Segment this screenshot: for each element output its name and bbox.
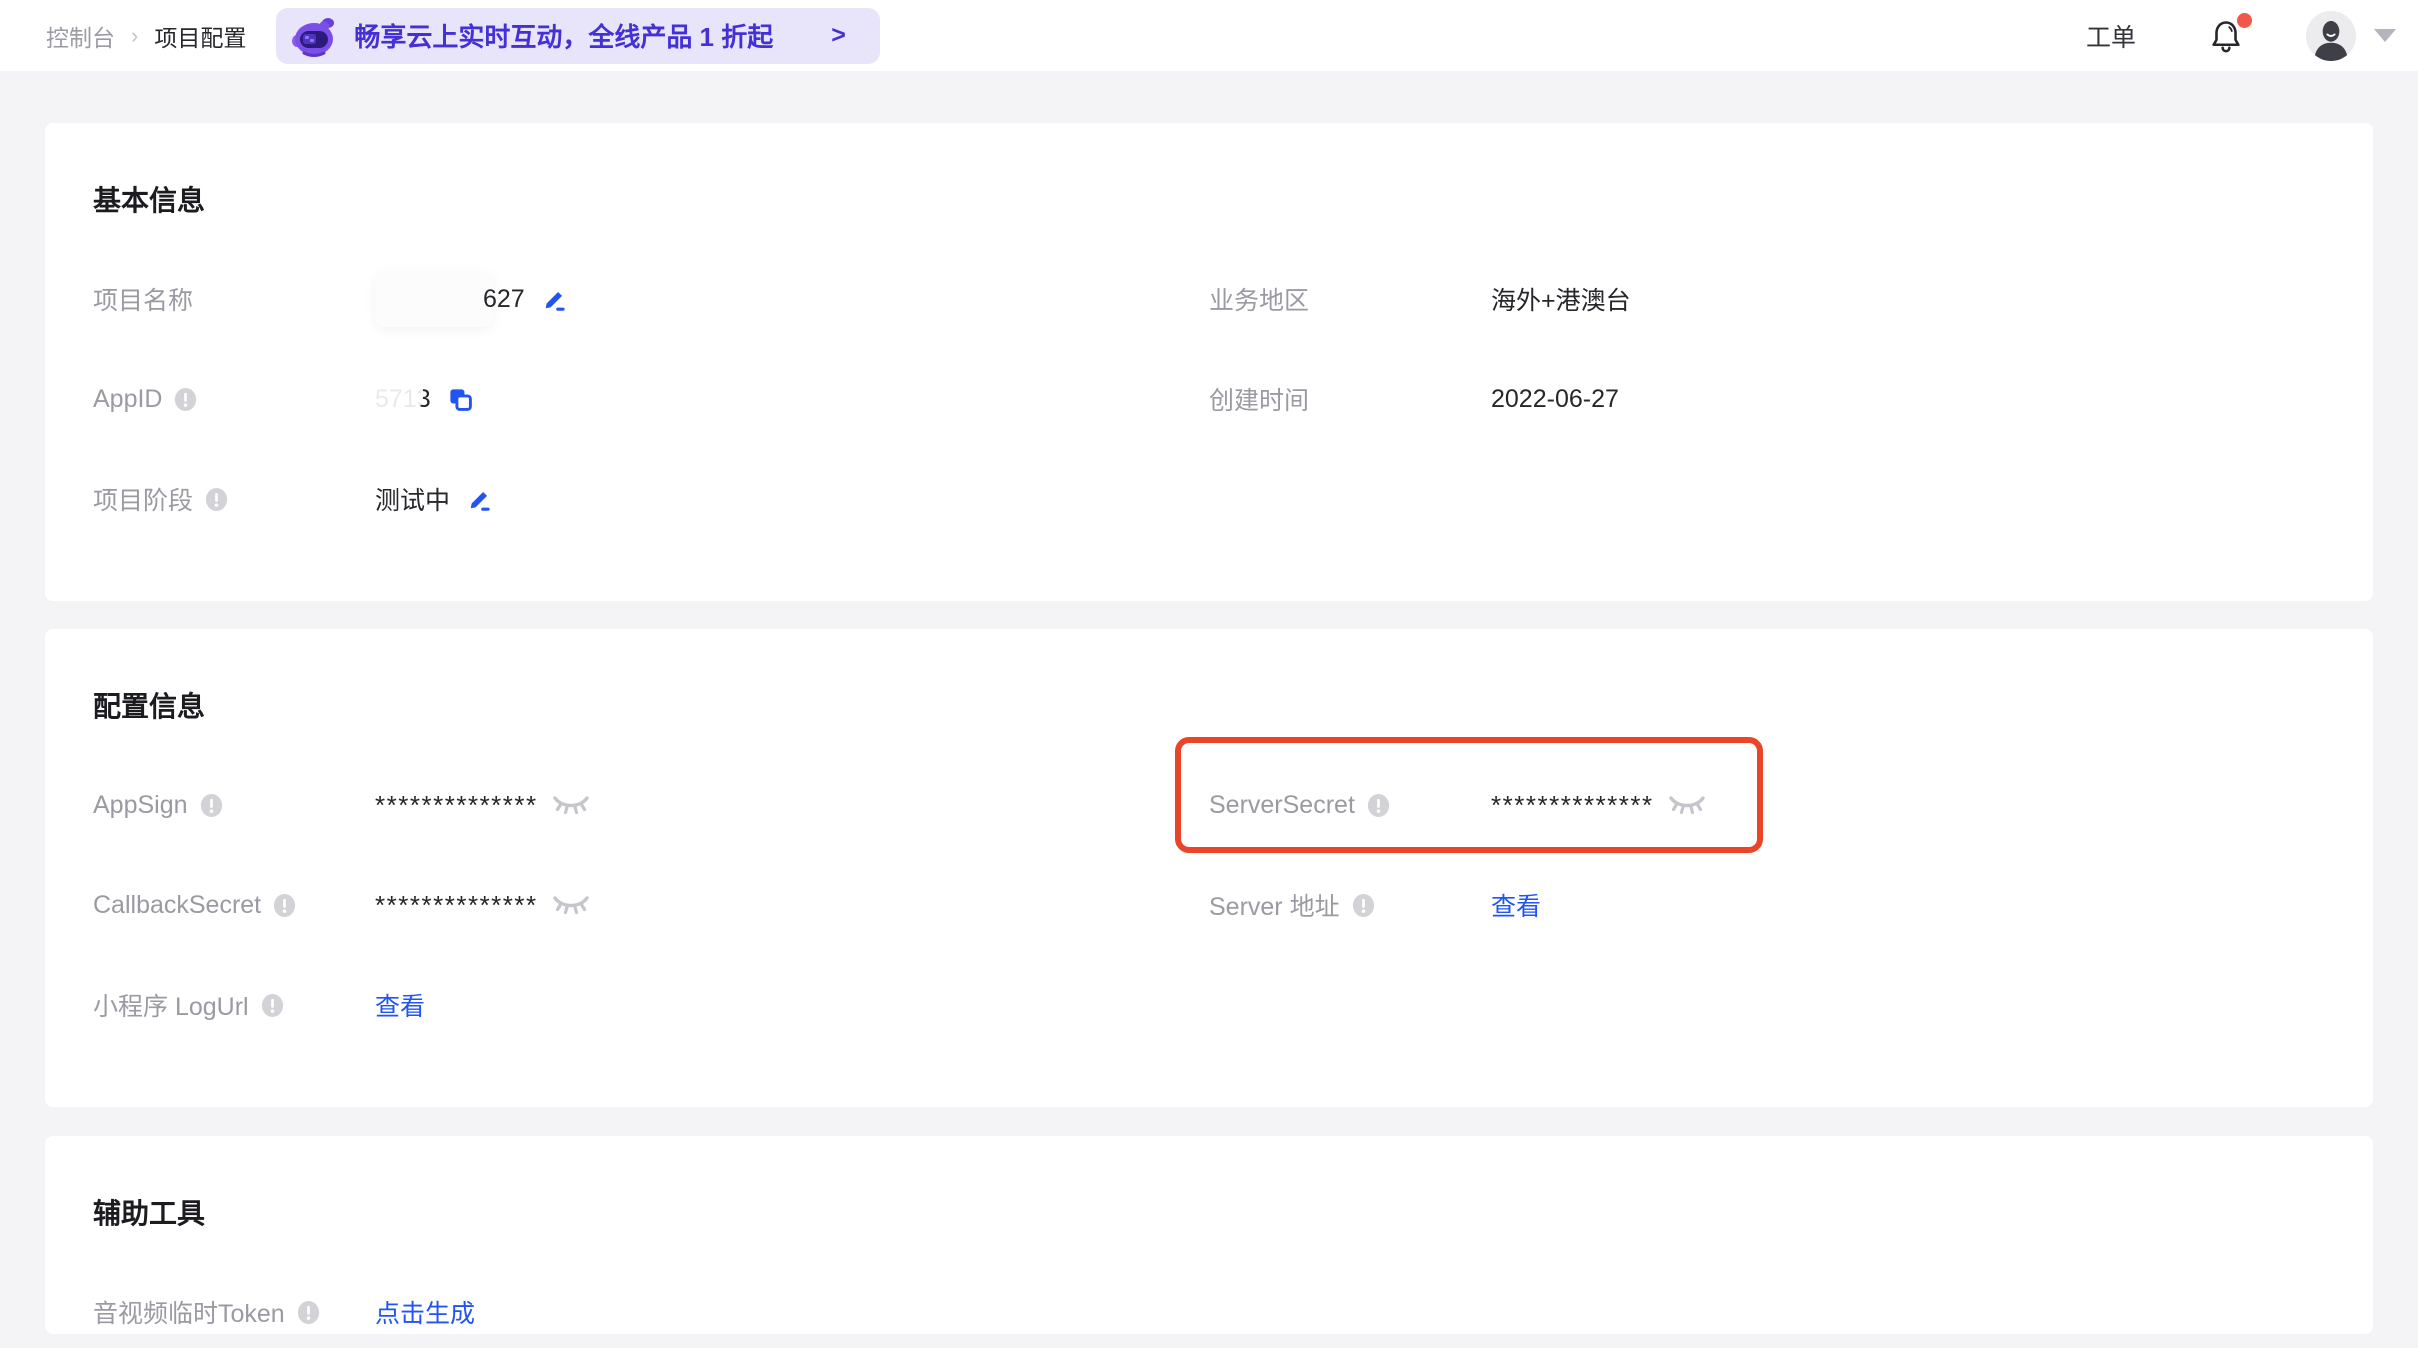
copy-icon[interactable] — [447, 386, 474, 413]
edit-pencil-icon[interactable] — [466, 486, 493, 513]
appsign-masked-value: ************** — [375, 790, 538, 821]
serversecret-label: ServerSecret — [1209, 791, 1355, 820]
breadcrumb-console[interactable]: 控制台 — [46, 19, 115, 53]
breadcrumb: 控制台 › 项目配置 — [46, 19, 246, 53]
empty-cell — [1209, 1262, 2325, 1334]
notification-badge — [2237, 13, 2252, 28]
breadcrumb-separator-icon: › — [131, 23, 138, 49]
main-content: 基本信息 项目名称 627 业务地区 — [0, 71, 2418, 1334]
server-address-view-link[interactable]: 查看 — [1491, 887, 1541, 923]
project-name-value: 627 — [483, 285, 525, 314]
avatar-person-icon — [2306, 11, 2356, 61]
project-stage-label: 项目阶段 — [93, 481, 193, 517]
appid-obscured-value: 571 — [375, 385, 417, 414]
tools-rows: 音视频临时Token 点击生成 — [93, 1262, 2325, 1334]
robot-mascot-icon — [290, 12, 338, 60]
empty-cell — [1209, 449, 2325, 549]
topbar: 控制台 › 项目配置 畅享云上实时互动，全线产品 1 折起 > 工单 — [0, 0, 2418, 71]
miniprogram-logurl-row: 小程序 LogUrl 查看 — [93, 955, 1209, 1055]
info-icon[interactable] — [296, 1300, 321, 1325]
eye-closed-icon[interactable] — [552, 894, 590, 916]
redaction-patch — [375, 271, 493, 327]
project-stage-value: 测试中 — [375, 481, 450, 517]
promo-banner-arrow-icon: > — [831, 21, 846, 50]
business-region-value: 海外+港澳台 — [1491, 281, 1631, 317]
redaction-patch — [365, 369, 423, 409]
miniprogram-logurl-view-link[interactable]: 查看 — [375, 987, 425, 1023]
user-avatar[interactable] — [2306, 11, 2356, 61]
basic-info-rows: 项目名称 627 业务地区 海外+港澳台 — [93, 249, 2325, 549]
info-icon[interactable] — [204, 487, 229, 512]
appid-row: AppID 571 3 — [93, 349, 1209, 449]
project-name-row: 项目名称 627 — [93, 249, 1209, 349]
appsign-label: AppSign — [93, 791, 188, 820]
rtc-temp-token-label: 音视频临时Token — [93, 1294, 285, 1330]
topbar-right: 工单 — [2086, 11, 2396, 61]
info-icon[interactable] — [272, 893, 297, 918]
config-info-rows: AppSign ************** — [93, 755, 2325, 1055]
create-time-value: 2022-06-27 — [1491, 385, 1619, 414]
breadcrumb-current-page: 项目配置 — [154, 19, 246, 53]
promo-banner[interactable]: 畅享云上实时互动，全线产品 1 折起 > — [276, 8, 880, 64]
server-address-row: Server 地址 查看 — [1209, 855, 2325, 955]
business-region-row: 业务地区 海外+港澳台 — [1209, 249, 2325, 349]
basic-info-card: 基本信息 项目名称 627 业务地区 — [45, 123, 2373, 601]
callbacksecret-masked-value: ************** — [375, 890, 538, 921]
appsign-row: AppSign ************** — [93, 755, 1209, 855]
info-icon[interactable] — [1351, 893, 1376, 918]
info-icon[interactable] — [173, 387, 198, 412]
eye-closed-icon[interactable] — [552, 794, 590, 816]
info-icon[interactable] — [260, 993, 285, 1018]
promo-banner-text: 畅享云上实时互动，全线产品 1 折起 — [354, 17, 773, 54]
serversecret-row: ServerSecret ************** — [1209, 755, 2325, 855]
config-info-title: 配置信息 — [93, 693, 2325, 721]
info-icon[interactable] — [1366, 793, 1391, 818]
rtc-temp-token-row: 音视频临时Token 点击生成 — [93, 1262, 1209, 1334]
callbacksecret-row: CallbackSecret ************** — [93, 855, 1209, 955]
generate-token-link[interactable]: 点击生成 — [375, 1294, 475, 1330]
eye-closed-icon[interactable] — [1668, 794, 1706, 816]
tools-title: 辅助工具 — [93, 1200, 2325, 1228]
ticket-link[interactable]: 工单 — [2086, 18, 2136, 54]
appid-label: AppID — [93, 385, 162, 414]
notification-bell-icon[interactable] — [2208, 17, 2244, 55]
project-name-label: 项目名称 — [93, 281, 193, 317]
info-icon[interactable] — [199, 793, 224, 818]
chevron-down-icon[interactable] — [2374, 29, 2396, 42]
config-info-card: 配置信息 AppSign ************** — [45, 629, 2373, 1107]
empty-cell — [1209, 955, 2325, 1055]
tools-card: 辅助工具 音视频临时Token 点击生成 — [45, 1136, 2373, 1334]
create-time-row: 创建时间 2022-06-27 — [1209, 349, 2325, 449]
basic-info-title: 基本信息 — [93, 187, 2325, 215]
business-region-label: 业务地区 — [1209, 281, 1309, 317]
miniprogram-logurl-label: 小程序 LogUrl — [93, 987, 249, 1023]
project-stage-row: 项目阶段 测试中 — [93, 449, 1209, 549]
create-time-label: 创建时间 — [1209, 381, 1309, 417]
callbacksecret-label: CallbackSecret — [93, 891, 261, 920]
edit-pencil-icon[interactable] — [541, 286, 568, 313]
server-address-label: Server 地址 — [1209, 887, 1340, 923]
serversecret-masked-value: ************** — [1491, 790, 1654, 821]
